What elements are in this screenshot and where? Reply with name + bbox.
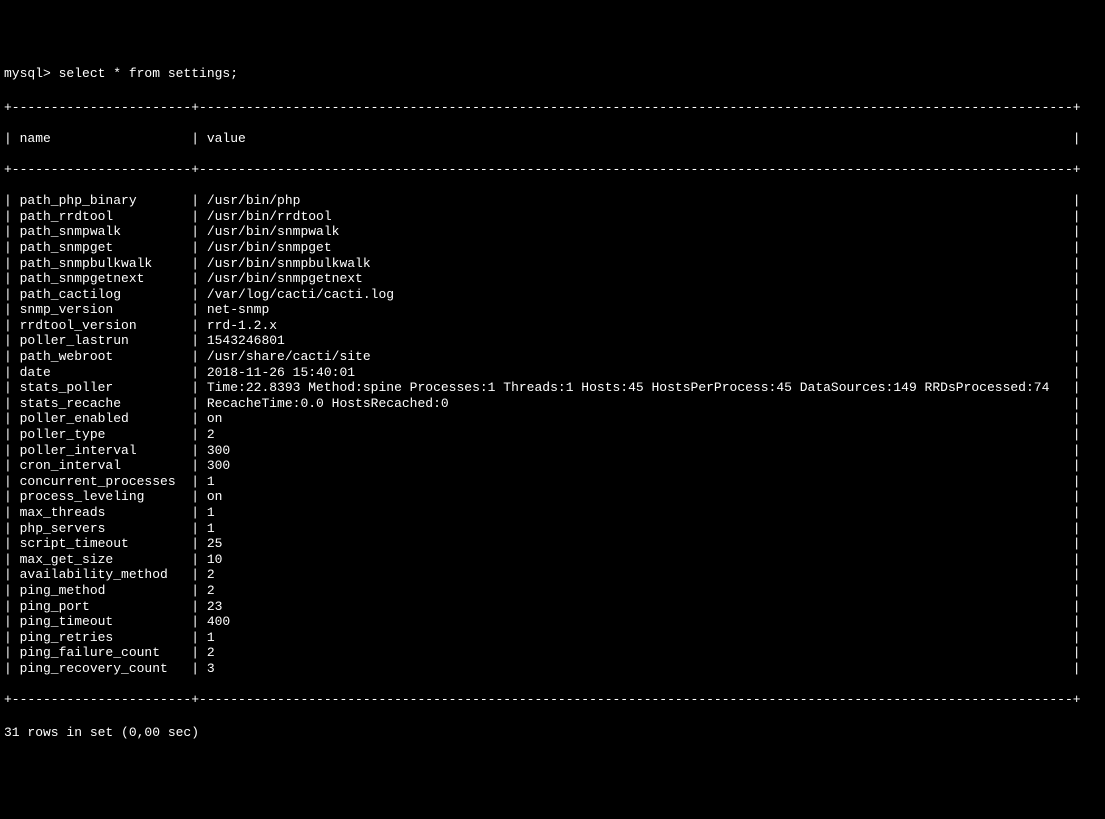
mysql-prompt: mysql> select * from settings; bbox=[4, 66, 1101, 82]
table-row: | ping_method | 2 | bbox=[4, 583, 1101, 599]
table-row: | path_snmpbulkwalk | /usr/bin/snmpbulkw… bbox=[4, 256, 1101, 272]
table-row: | stats_poller | Time:22.8393 Method:spi… bbox=[4, 380, 1101, 396]
table-row: | stats_recache | RecacheTime:0.0 HostsR… bbox=[4, 396, 1101, 412]
table-row: | ping_timeout | 400 | bbox=[4, 614, 1101, 630]
table-row: | script_timeout | 25 | bbox=[4, 536, 1101, 552]
table-row: | poller_interval | 300 | bbox=[4, 443, 1101, 459]
result-footer: 31 rows in set (0,00 sec) bbox=[4, 725, 1101, 741]
table-row: | poller_lastrun | 1543246801 | bbox=[4, 333, 1101, 349]
table-row: | max_threads | 1 | bbox=[4, 505, 1101, 521]
table-row: | path_cactilog | /var/log/cacti/cacti.l… bbox=[4, 287, 1101, 303]
table-row: | cron_interval | 300 | bbox=[4, 458, 1101, 474]
table-row: | poller_enabled | on | bbox=[4, 411, 1101, 427]
table-row: | path_rrdtool | /usr/bin/rrdtool | bbox=[4, 209, 1101, 225]
table-row: | ping_port | 23 | bbox=[4, 599, 1101, 615]
table-row: | path_snmpget | /usr/bin/snmpget | bbox=[4, 240, 1101, 256]
table-row: | poller_type | 2 | bbox=[4, 427, 1101, 443]
table-row: | path_webroot | /usr/share/cacti/site | bbox=[4, 349, 1101, 365]
table-row: | path_php_binary | /usr/bin/php | bbox=[4, 193, 1101, 209]
table-row: | php_servers | 1 | bbox=[4, 521, 1101, 537]
table-row: | snmp_version | net-snmp | bbox=[4, 302, 1101, 318]
table-row: | ping_failure_count | 2 | bbox=[4, 645, 1101, 661]
table-body: | path_php_binary | /usr/bin/php || path… bbox=[4, 193, 1101, 676]
table-row: | date | 2018-11-26 15:40:01 | bbox=[4, 365, 1101, 381]
table-row: | path_snmpgetnext | /usr/bin/snmpgetnex… bbox=[4, 271, 1101, 287]
bottom-separator: +-----------------------+---------------… bbox=[4, 692, 1101, 708]
top-separator: +-----------------------+---------------… bbox=[4, 100, 1101, 116]
table-row: | ping_recovery_count | 3 | bbox=[4, 661, 1101, 677]
table-row: | rrdtool_version | rrd-1.2.x | bbox=[4, 318, 1101, 334]
table-row: | concurrent_processes | 1 | bbox=[4, 474, 1101, 490]
table-row: | path_snmpwalk | /usr/bin/snmpwalk | bbox=[4, 224, 1101, 240]
table-row: | max_get_size | 10 | bbox=[4, 552, 1101, 568]
header-separator: +-----------------------+---------------… bbox=[4, 162, 1101, 178]
header-row: | name | value | bbox=[4, 131, 1101, 147]
table-row: | availability_method | 2 | bbox=[4, 567, 1101, 583]
table-row: | ping_retries | 1 | bbox=[4, 630, 1101, 646]
table-row: | process_leveling | on | bbox=[4, 489, 1101, 505]
